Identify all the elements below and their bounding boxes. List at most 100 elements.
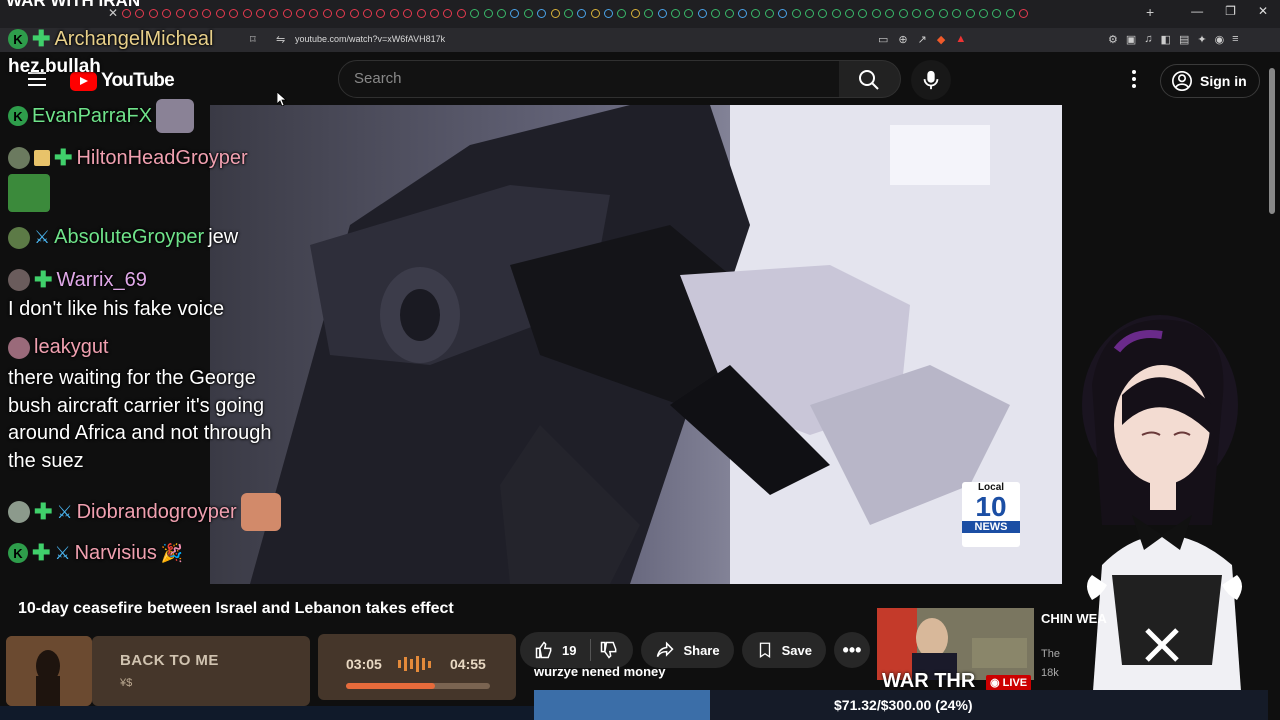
search-button[interactable] <box>839 60 901 98</box>
minimize-icon[interactable]: — <box>1191 4 1203 18</box>
tab-favicon-icon[interactable] <box>938 9 948 18</box>
url-field[interactable]: youtube.com/watch?v=xW6fAVH817k <box>295 34 445 44</box>
tab-favicon-icon[interactable] <box>979 9 988 18</box>
sign-in-button[interactable]: Sign in <box>1160 64 1260 98</box>
tab-favicon-icon[interactable] <box>965 9 975 18</box>
tab-favicon-icon[interactable] <box>322 9 332 18</box>
tab-favicon-icon[interactable] <box>188 9 198 18</box>
tab-favicon-icon[interactable] <box>791 9 801 18</box>
tab-favicon-icon[interactable] <box>148 9 158 18</box>
tab-favicon-icon[interactable] <box>309 9 319 18</box>
tab-favicon-icon[interactable] <box>898 9 908 18</box>
tab-favicon-icon[interactable] <box>483 9 493 18</box>
tab-title[interactable]: WAR WITH IRAN <box>6 0 140 11</box>
menu-icon[interactable]: ≡ <box>1232 33 1238 46</box>
tab-favicon-icon[interactable] <box>992 9 1002 18</box>
tab-favicon-icon[interactable] <box>175 9 185 18</box>
tab-favicon-icon[interactable] <box>242 9 252 18</box>
tab-favicon-icon[interactable] <box>336 9 346 18</box>
tab-favicon-icon[interactable] <box>952 9 962 18</box>
tab-favicon-icon[interactable] <box>122 9 131 18</box>
restore-icon[interactable]: ❐ <box>1225 4 1236 18</box>
tab-favicon-icon[interactable] <box>229 9 239 18</box>
tab-favicon-icon[interactable] <box>496 9 506 18</box>
tab-favicon-icon[interactable] <box>697 9 707 18</box>
sidebar-icon[interactable]: ◧ <box>1161 33 1171 46</box>
tab-favicon-icon[interactable] <box>389 9 399 18</box>
tab-favicon-icon[interactable] <box>577 9 587 18</box>
tab-close-icon[interactable]: ✕ <box>108 6 118 20</box>
tab-favicon-icon[interactable] <box>590 9 600 18</box>
zoom-icon[interactable]: ⊕ <box>898 33 907 46</box>
tab-favicon-icon[interactable] <box>537 9 547 18</box>
tab-favicon-icon[interactable] <box>563 9 573 18</box>
tab-favicon-icon[interactable] <box>376 9 386 18</box>
tab-favicon-icon[interactable] <box>135 9 145 18</box>
voice-search-button[interactable] <box>911 60 951 100</box>
tab-favicon-icon[interactable] <box>162 9 172 18</box>
tab-favicon-icon[interactable] <box>1005 9 1015 18</box>
tab-favicon-icon[interactable] <box>671 9 681 18</box>
tab-favicon-icon[interactable] <box>858 9 868 18</box>
tab-favicon-icon[interactable] <box>751 9 761 18</box>
share-icon[interactable]: ↗ <box>918 33 927 46</box>
like-button[interactable]: 19 <box>520 632 634 668</box>
tab-favicon-icon[interactable] <box>604 9 614 18</box>
tab-favicon-icon[interactable] <box>550 9 560 18</box>
tab-favicon-icon[interactable] <box>416 9 426 18</box>
tab-favicon-icon[interactable] <box>871 9 881 18</box>
tab-favicon-icon[interactable] <box>778 9 788 18</box>
tab-favicon-icon[interactable] <box>630 9 640 18</box>
tab-favicon-icon[interactable] <box>737 9 747 18</box>
tab-favicon-icon[interactable] <box>510 9 520 18</box>
search-box[interactable] <box>338 60 840 98</box>
music-progress-bar[interactable] <box>346 683 490 689</box>
recommended-video-title[interactable]: CHIN WEA <box>1041 610 1111 628</box>
brave-rewards-icon[interactable]: ▲ <box>955 33 966 46</box>
more-actions-button[interactable]: ••• <box>833 632 870 668</box>
settings-kebab-icon[interactable] <box>1128 70 1140 88</box>
search-input[interactable] <box>354 70 824 87</box>
tab-favicon-icon[interactable] <box>885 9 895 18</box>
install-icon[interactable]: ▭ <box>878 33 888 46</box>
leo-icon[interactable]: ✦ <box>1197 33 1206 46</box>
tab-favicon-icon[interactable] <box>429 9 439 18</box>
media-icon[interactable]: ♫ <box>1144 33 1152 46</box>
tab-favicon-icon[interactable] <box>456 9 466 18</box>
tab-favicon-icon[interactable] <box>912 9 922 18</box>
tab-favicon-icon[interactable] <box>349 9 359 18</box>
tab-favicon-icon[interactable] <box>845 9 855 18</box>
extension-icon[interactable]: ⚙ <box>1108 33 1118 46</box>
tab-favicon-icon[interactable] <box>804 9 814 18</box>
video-player[interactable]: Local 10 NEWS <box>210 105 1062 584</box>
tab-favicon-icon[interactable] <box>296 9 306 18</box>
tab-favicon-icon[interactable] <box>443 9 453 18</box>
tab-favicon-icon[interactable] <box>724 9 734 18</box>
tab-favicon-icon[interactable] <box>255 9 265 18</box>
wallet-icon[interactable]: ▤ <box>1179 33 1189 46</box>
site-info-icon[interactable]: ⇋ <box>276 33 285 46</box>
bookmark-icon[interactable]: ⌑ <box>250 33 256 46</box>
tab-favicon-icon[interactable] <box>657 9 667 18</box>
tab-favicon-icon[interactable] <box>831 9 841 18</box>
tab-favicon-icon[interactable] <box>470 9 480 18</box>
tab-favicon-icon[interactable] <box>617 9 627 18</box>
tab-favicon-icon[interactable] <box>1019 9 1029 18</box>
brave-shield-icon[interactable]: ◆ <box>937 33 945 46</box>
close-window-icon[interactable]: ✕ <box>1258 4 1268 18</box>
tab-favicon-icon[interactable] <box>282 9 292 18</box>
tab-favicon-icon[interactable] <box>925 9 935 18</box>
screenshot-icon[interactable]: ▣ <box>1126 33 1136 46</box>
tab-favicon-icon[interactable] <box>215 9 225 18</box>
tab-favicon-icon[interactable] <box>269 9 279 18</box>
tab-favicon-icon[interactable] <box>711 9 721 18</box>
save-button[interactable]: Save <box>741 632 826 668</box>
vpn-icon[interactable]: ◉ <box>1215 33 1225 46</box>
tab-favicons[interactable] <box>122 9 1029 18</box>
thumbs-down-icon[interactable] <box>599 640 619 660</box>
tab-favicon-icon[interactable] <box>523 9 533 18</box>
tab-favicon-icon[interactable] <box>684 9 694 18</box>
tab-favicon-icon[interactable] <box>363 9 373 18</box>
tab-favicon-icon[interactable] <box>202 9 212 18</box>
tab-favicon-icon[interactable] <box>764 9 774 18</box>
